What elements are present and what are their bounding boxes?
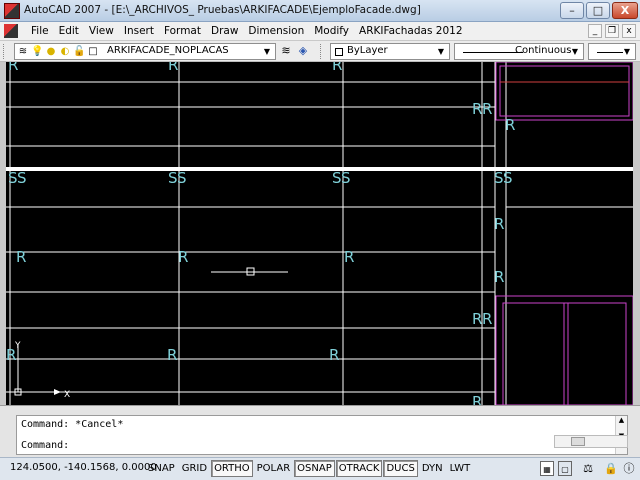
ucs-x-label: X — [64, 390, 70, 400]
r-marker-label: R — [482, 100, 492, 118]
horizontal-scrollbar[interactable] — [554, 435, 628, 448]
window-frame-inner — [499, 65, 630, 117]
r-marker-label: R — [167, 346, 177, 364]
menu-bar: File Edit View Insert Format Draw Dimension Mod… — [0, 22, 640, 41]
lock-icon[interactable]: 🔒 — [604, 461, 618, 476]
color-dropdown[interactable]: ByLayer ▼ — [330, 43, 450, 60]
color-swatch — [335, 48, 343, 56]
layout-icon[interactable]: ▢ — [558, 461, 572, 476]
layer-previous-icon[interactable]: ◈ — [297, 45, 309, 57]
status-bar: 124.0500, -140.1568, 0.0000 SNAP GRID ORTH… — [0, 457, 640, 480]
r-marker-label: R — [472, 100, 482, 118]
command-window: Command: *Cancel* Command: ▲▼ — [0, 405, 640, 457]
s-marker-label: S — [177, 169, 187, 187]
right-dock-edge — [633, 62, 640, 405]
menu-item-format[interactable]: Format — [159, 22, 206, 41]
linetype-value: Continuous — [515, 45, 572, 56]
drawing-canvas[interactable]: RRRRRRSSSSSSSSRRRRRRRRRRR YX — [6, 62, 633, 405]
model-space-icon[interactable]: ▦ — [540, 461, 554, 476]
menu-item-edit[interactable]: Edit — [54, 22, 84, 41]
command-history-line: Command: *Cancel* — [21, 419, 124, 430]
r-marker-label: R — [329, 346, 339, 364]
close-button[interactable]: X — [612, 2, 638, 19]
layer-dropdown[interactable]: ≋ 💡 ● ◐ 🔓 □ ARKIFACADE_NOPLACAS ▼ — [14, 43, 276, 60]
toggle-lwt[interactable]: LWT — [447, 460, 474, 477]
linetype-sample — [463, 52, 523, 53]
window-frame — [495, 62, 633, 121]
chevron-down-icon[interactable]: ▼ — [261, 45, 273, 58]
toggle-polar[interactable]: POLAR — [254, 460, 294, 477]
toggle-grid[interactable]: GRID — [179, 460, 210, 477]
toggle-ducs[interactable]: DUCS — [383, 460, 418, 477]
lineweight-sample — [597, 52, 623, 53]
layer-manager-icon[interactable]: ≋ — [17, 45, 29, 58]
r-marker-label: R — [472, 310, 482, 328]
s-marker-label: S — [503, 169, 513, 187]
linetype-dropdown[interactable]: Continuous ▼ — [454, 43, 584, 60]
toggle-snap[interactable]: SNAP — [145, 460, 178, 477]
chevron-down-icon[interactable]: ▼ — [435, 45, 447, 58]
menu-item-arkifachadas-2012[interactable]: ARKIFachadas 2012 — [354, 22, 467, 41]
menu-item-insert[interactable]: Insert — [119, 22, 159, 41]
menu-item-view[interactable]: View — [84, 22, 119, 41]
minimize-button[interactable]: – — [560, 2, 584, 19]
r-marker-label: R — [16, 248, 26, 266]
doc-close-button[interactable]: x — [622, 24, 636, 38]
layers-properties-toolbar: ≋ 💡 ● ◐ 🔓 □ ARKIFACADE_NOPLACAS ▼ ≋ ◈ By… — [0, 41, 640, 62]
layer-color-swatch-icon: □ — [88, 46, 98, 57]
r-marker-label: R — [482, 310, 492, 328]
command-prompt[interactable]: Command: — [21, 440, 69, 451]
menu-item-dimension[interactable]: Dimension — [243, 22, 309, 41]
ucs-x-arrow — [54, 389, 61, 395]
menu-item-draw[interactable]: Draw — [206, 22, 243, 41]
toolbar-grip[interactable] — [320, 44, 323, 59]
ucs-y-label: Y — [14, 341, 21, 351]
r-marker-label: R — [168, 62, 178, 74]
make-current-layer-icon[interactable]: ≋ — [280, 45, 292, 57]
toolbar-grip[interactable] — [3, 44, 6, 59]
chevron-down-icon[interactable]: ▼ — [621, 45, 633, 58]
r-marker-label: R — [472, 393, 482, 405]
layer-freeze-sun-icon: ● — [46, 46, 56, 57]
chevron-down-icon[interactable]: ▼ — [569, 45, 581, 58]
r-marker-label: R — [505, 116, 515, 134]
r-marker-label: R — [344, 248, 354, 266]
layer-lock-icon: 🔓 — [73, 46, 86, 57]
slab-band — [6, 167, 633, 171]
title-bar[interactable]: AutoCAD 2007 - [E:\_ARCHIVOS_ Pruebas\AR… — [0, 0, 640, 22]
annotation-scale-icon[interactable]: ⚖ — [576, 461, 600, 476]
r-marker-label: R — [494, 215, 504, 233]
r-marker-label: R — [178, 248, 188, 266]
maximize-button[interactable]: □ — [586, 2, 610, 19]
toggle-otrack[interactable]: OTRACK — [335, 460, 383, 477]
r-marker-label: R — [494, 268, 504, 286]
doc-restore-button[interactable]: ❐ — [605, 24, 619, 38]
color-value: ByLayer — [347, 45, 388, 56]
layer-on-bulb-icon: 💡 — [31, 46, 44, 57]
s-marker-label: S — [17, 169, 27, 187]
cursor-coordinates: 124.0500, -140.1568, 0.0000 — [10, 462, 157, 473]
toggle-ortho[interactable]: ORTHO — [211, 460, 253, 477]
layer-viewport-freeze-icon: ◐ — [60, 46, 70, 57]
menu-items: File Edit View Insert Format Draw Dimension Mod… — [26, 22, 468, 41]
scrollbar-thumb[interactable] — [571, 437, 585, 446]
autocad-window: AutoCAD 2007 - [E:\_ARCHIVOS_ Pruebas\AR… — [0, 0, 640, 480]
communication-center-icon[interactable]: ⓘ — [622, 461, 636, 476]
window-title: AutoCAD 2007 - [E:\_ARCHIVOS_ Pruebas\AR… — [24, 4, 421, 16]
command-history[interactable]: Command: *Cancel* Command: ▲▼ — [16, 415, 628, 455]
s-marker-label: S — [341, 169, 351, 187]
doc-minimize-button[interactable]: _ — [588, 24, 602, 38]
current-layer-name: ARKIFACADE_NOPLACAS — [107, 45, 229, 56]
toggle-osnap[interactable]: OSNAP — [294, 460, 335, 477]
drawing-svg[interactable]: R R RR RRS S S S S S S SRR R RRR RR R RR YX — [6, 62, 633, 405]
menu-item-modify[interactable]: Modify — [309, 22, 354, 41]
toggle-dyn[interactable]: DYN — [419, 460, 446, 477]
r-marker-label: R — [8, 62, 18, 74]
autocad-app-icon[interactable] — [4, 3, 20, 19]
lineweight-dropdown[interactable]: ▼ — [588, 43, 636, 60]
drafting-settings-toggles: SNAP GRID ORTHO POLAR OSNAP OTRACK DUCS DYN LWT — [145, 460, 473, 477]
document-icon[interactable] — [4, 24, 18, 38]
r-marker-label: R — [332, 62, 342, 74]
menu-item-file[interactable]: File — [26, 22, 54, 41]
